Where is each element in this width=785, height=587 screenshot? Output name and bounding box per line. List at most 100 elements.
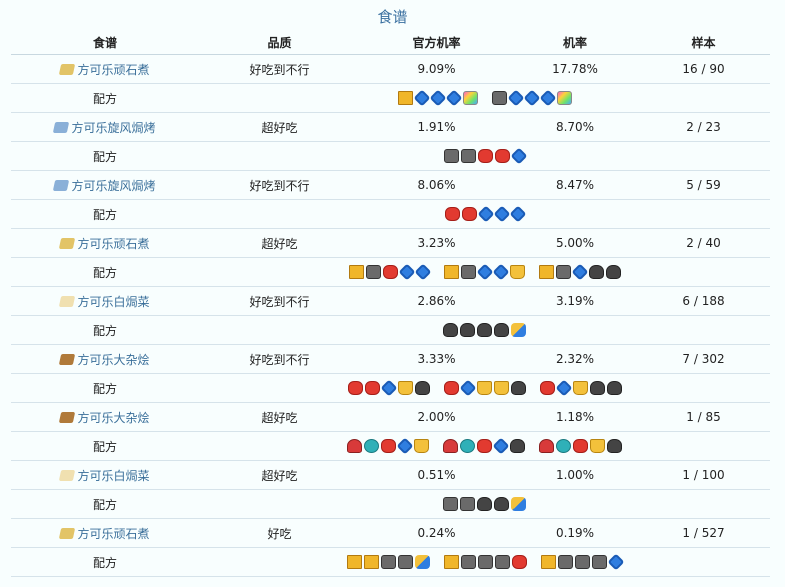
dish-cell: 方可乐顽石煮 xyxy=(11,54,199,84)
mush-ingredient-icon xyxy=(539,439,554,454)
dish-name-link[interactable]: 方可乐大杂烩 xyxy=(77,353,149,367)
blue-ingredient-icon xyxy=(571,263,588,281)
dish-name-link[interactable]: 方可乐白焗菜 xyxy=(77,295,149,309)
ingredient-combo xyxy=(443,147,527,165)
red-ingredient-icon xyxy=(573,439,588,454)
quality-cell: 超好吃 xyxy=(199,112,360,142)
teal-ingredient-icon xyxy=(364,439,379,454)
blue-ingredient-icon xyxy=(414,263,431,281)
ingredients-cell xyxy=(199,199,770,229)
rainbow-ingredient-icon xyxy=(462,91,478,106)
recipe-label: 配方 xyxy=(11,373,199,403)
gray-ingredient-icon xyxy=(591,555,607,570)
recipe-row: 方可乐顽石煮 好吃到不行 9.09% 17.78% 16 / 90 xyxy=(11,54,770,84)
dark-ingredient-icon xyxy=(494,323,509,338)
gray-ingredient-icon xyxy=(555,265,571,280)
gray-ingredient-icon xyxy=(557,555,573,570)
dish-name-link[interactable]: 方可乐大杂烩 xyxy=(77,411,149,425)
gray-ingredient-icon xyxy=(365,265,381,280)
ingredients-cell xyxy=(199,489,770,519)
ingredients-cell xyxy=(199,315,770,345)
official-rate-cell: 3.23% xyxy=(360,228,513,258)
recipe-ingredients-row: 配方 xyxy=(11,315,770,345)
gold-ingredient-icon xyxy=(540,555,556,570)
yellow-ingredient-icon xyxy=(590,439,605,454)
ingredients-cell xyxy=(199,257,770,287)
ingredient-combo xyxy=(443,379,527,397)
ingredient-combo xyxy=(444,205,526,223)
ingredient-combo xyxy=(538,439,623,454)
ingredient-combo xyxy=(442,497,527,512)
quality-cell: 好吃到不行 xyxy=(199,170,360,200)
samples-cell: 1 / 527 xyxy=(637,518,770,548)
dish-name-link[interactable]: 方可乐顽石煮 xyxy=(77,527,149,541)
blue-ingredient-icon xyxy=(429,89,446,107)
official-rate-cell: 0.24% xyxy=(360,518,513,548)
dark-ingredient-icon xyxy=(605,265,621,280)
recipe-label: 配方 xyxy=(11,83,199,113)
blue-ingredient-icon xyxy=(539,89,556,107)
red-ingredient-icon xyxy=(364,381,380,396)
dark-ingredient-icon xyxy=(443,323,458,338)
ingredient-combo xyxy=(442,323,527,338)
red-ingredient-icon xyxy=(494,149,510,164)
blue-ingredient-icon xyxy=(523,89,540,107)
dish-cell: 方可乐大杂烩 xyxy=(11,344,199,374)
blue-ingredient-icon xyxy=(413,89,430,107)
recipe-row: 方可乐白焗菜 好吃到不行 2.86% 3.19% 6 / 188 xyxy=(11,286,770,316)
dark-ingredient-icon xyxy=(477,497,492,512)
dish-name-link[interactable]: 方可乐旋风焗烤 xyxy=(71,179,155,193)
dish-name-link[interactable]: 方可乐顽石煮 xyxy=(77,63,149,77)
gray-ingredient-icon xyxy=(460,555,476,570)
blue-ingredient-icon xyxy=(492,263,509,281)
gold-ingredient-icon xyxy=(363,555,379,570)
dish-cell: 方可乐大杂烩 xyxy=(11,402,199,432)
blue-ingredient-icon xyxy=(476,263,493,281)
dish-icon xyxy=(59,411,76,423)
quality-cell: 好吃到不行 xyxy=(199,286,360,316)
red-ingredient-icon xyxy=(477,149,493,164)
red-ingredient-icon xyxy=(443,381,459,396)
dish-name-link[interactable]: 方可乐白焗菜 xyxy=(77,469,149,483)
mush-ingredient-icon xyxy=(347,439,362,454)
recipe-label: 配方 xyxy=(11,141,199,171)
recipe-ingredients-row: 配方 xyxy=(11,141,770,171)
recipe-ingredients-row: 配方 xyxy=(11,83,770,113)
recipe-ingredients-row: 配方 xyxy=(11,199,770,229)
ingredient-combo xyxy=(346,555,431,570)
blue-ingredient-icon xyxy=(492,437,510,455)
mixed-ingredient-icon xyxy=(511,323,526,338)
yellow-ingredient-icon xyxy=(397,381,413,396)
header-official-rate[interactable]: 官方机率 xyxy=(360,30,513,55)
mixed-ingredient-icon xyxy=(511,497,526,512)
blue-ingredient-icon xyxy=(396,437,414,455)
mush-ingredient-icon xyxy=(443,439,458,454)
official-rate-cell: 2.86% xyxy=(360,286,513,316)
dish-icon xyxy=(59,295,76,307)
dark-ingredient-icon xyxy=(414,381,430,396)
ingredient-combo xyxy=(346,437,430,455)
red-ingredient-icon xyxy=(477,439,492,454)
dish-name-link[interactable]: 方可乐顽石煮 xyxy=(77,237,149,251)
gray-ingredient-icon xyxy=(443,149,459,164)
recipe-label: 配方 xyxy=(11,315,199,345)
header-name[interactable]: 食谱 xyxy=(11,30,199,55)
dish-icon xyxy=(59,469,76,481)
dish-cell: 方可乐白焗菜 xyxy=(11,460,199,490)
rate-cell: 17.78% xyxy=(513,54,637,84)
recipe-ingredients-row: 配方 xyxy=(11,257,770,287)
header-quality[interactable]: 品质 xyxy=(199,30,360,55)
samples-cell: 7 / 302 xyxy=(637,344,770,374)
red-ingredient-icon xyxy=(461,207,477,222)
dark-ingredient-icon xyxy=(494,497,509,512)
recipe-ingredients-row: 配方 xyxy=(11,373,770,403)
rate-cell: 1.18% xyxy=(513,402,637,432)
dish-name-link[interactable]: 方可乐旋风焗烤 xyxy=(71,121,155,135)
quality-cell: 超好吃 xyxy=(199,460,360,490)
header-samples[interactable]: 样本 xyxy=(637,30,770,55)
recipe-row: 方可乐大杂烩 好吃到不行 3.33% 2.32% 7 / 302 xyxy=(11,344,770,374)
samples-cell: 2 / 23 xyxy=(637,112,770,142)
dish-icon xyxy=(53,179,70,191)
recipe-row: 方可乐顽石煮 好吃 0.24% 0.19% 1 / 527 xyxy=(11,518,770,548)
header-rate[interactable]: 机率 xyxy=(513,30,637,55)
